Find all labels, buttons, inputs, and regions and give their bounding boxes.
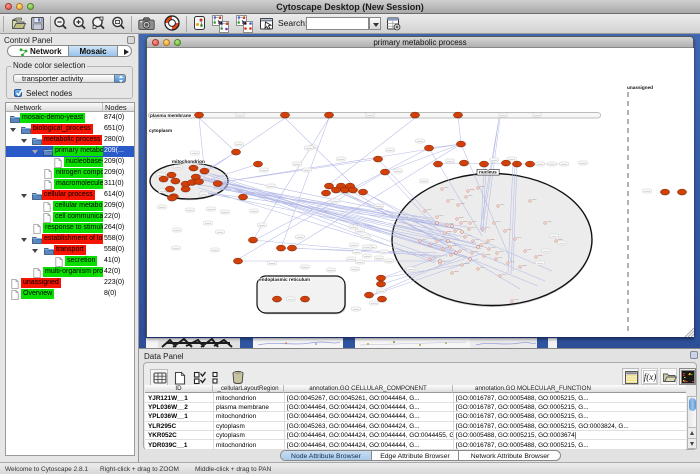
- svg-text:nucleus: nucleus: [479, 170, 497, 175]
- svg-text:mitochondrion: mitochondrion: [172, 159, 205, 164]
- svg-text:endoplasmic reticulum: endoplasmic reticulum: [259, 277, 310, 282]
- svg-text:cytoplasm: cytoplasm: [149, 128, 172, 133]
- svg-text:unassigned: unassigned: [627, 85, 653, 90]
- svg-text:plasma membrane: plasma membrane: [150, 113, 192, 118]
- svg-text:f(x): f(x): [643, 372, 656, 382]
